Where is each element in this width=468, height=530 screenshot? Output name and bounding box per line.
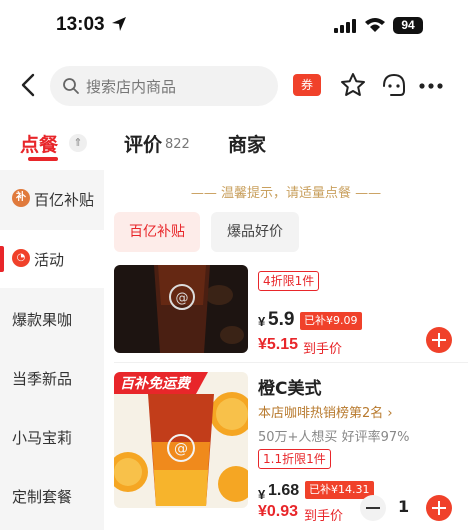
sidebar-active-indicator <box>0 246 4 272</box>
add-to-cart-button[interactable] <box>426 327 452 353</box>
final-price-label: 到手价 <box>304 509 344 524</box>
sidebar-item-subsidy[interactable]: 补 百亿补贴 <box>0 170 104 228</box>
sidebar-item-label: 小马宝莉 <box>12 429 73 447</box>
back-arrow-icon[interactable] <box>18 72 40 98</box>
quantity-value: 1 <box>398 497 410 516</box>
orange-americano-image: @ 百补免运费 <box>114 372 248 508</box>
wifi-icon <box>365 18 385 32</box>
product-image[interactable]: @ 百补免运费 <box>114 372 248 508</box>
sidebar-item-combo[interactable]: 定制套餐 <box>0 467 104 525</box>
sidebar-item-activity[interactable]: ◔ 活动 <box>0 230 104 288</box>
product-stats: 50万+人想买 好评率97% <box>258 430 410 445</box>
customer-service-icon[interactable] <box>381 72 407 98</box>
collapse-toggle-icon[interactable]: ⇑ <box>69 134 87 152</box>
product-image[interactable]: @ <box>114 265 248 353</box>
increase-quantity-button[interactable] <box>426 495 452 521</box>
sidebar-item-label: 爆款果咖 <box>12 311 73 329</box>
product-price: 5.9 <box>268 309 295 330</box>
final-price: ¥0.93 <box>258 503 299 520</box>
reminder-tip: —— 温馨提示，请适量点餐 —— <box>190 186 382 201</box>
sidebar-item-pony[interactable]: 小马宝莉 <box>0 408 104 466</box>
sidebar-item-label: 活动 <box>34 251 65 269</box>
deal-tag: 1.1折限1件 <box>258 449 331 469</box>
decrease-quantity-button[interactable] <box>360 495 386 521</box>
product-rank[interactable]: 本店咖啡热销榜第2名 › <box>258 402 393 421</box>
sidebar-item-label: 定制套餐 <box>12 488 73 506</box>
status-bar: 13:03 94 <box>0 0 468 52</box>
iced-coffee-image: @ <box>114 265 248 353</box>
search-placeholder: 搜索店内商品 <box>86 78 177 96</box>
tab-active-indicator <box>28 157 58 161</box>
product-price: 1.68 <box>268 482 300 499</box>
final-price: ¥5.15 <box>258 336 299 353</box>
tab-merchant[interactable]: 商家 <box>228 130 266 157</box>
search-icon <box>63 78 79 94</box>
location-arrow-icon <box>112 17 126 31</box>
sidebar-item-label: 当季新品 <box>12 370 73 388</box>
more-options-icon[interactable] <box>418 82 444 90</box>
sidebar-item-seasonal[interactable]: 当季新品 <box>0 349 104 407</box>
activity-badge-icon: ◔ <box>12 249 30 267</box>
tab-order[interactable]: 点餐 <box>20 130 58 157</box>
subsidy-tag: 已补¥9.09 <box>300 312 362 330</box>
price-symbol: ¥ <box>258 487 266 502</box>
coupon-icon[interactable]: 券 <box>293 74 321 96</box>
final-price-label: 到手价 <box>303 342 343 357</box>
filter-chip-subsidy[interactable]: 百亿补贴 <box>114 212 200 252</box>
status-time: 13:03 <box>56 14 105 35</box>
subsidy-tag: 已补¥14.31 <box>305 481 374 499</box>
filter-chip-hot-deals[interactable]: 爆品好价 <box>211 212 299 252</box>
search-input[interactable]: 搜索店内商品 <box>50 66 278 106</box>
favorite-star-icon[interactable] <box>339 71 367 99</box>
review-count: 822 <box>165 137 190 152</box>
svg-text:@: @ <box>174 441 188 457</box>
battery-icon: 94 <box>393 17 423 34</box>
product-badge: 百补免运费 <box>120 375 192 392</box>
product-divider <box>114 362 468 363</box>
price-symbol: ¥ <box>258 314 266 329</box>
sidebar-item-label: 百亿补贴 <box>34 191 95 209</box>
deal-tag: 4折限1件 <box>258 271 320 291</box>
subsidy-badge-icon: 补 <box>12 189 30 207</box>
category-sidebar: 补 百亿补贴 ◔ 活动 爆款果咖 当季新品 小马宝莉 定制套餐 <box>0 170 104 530</box>
tab-reviews[interactable]: 评价 <box>124 130 162 157</box>
svg-text:@: @ <box>176 291 189 306</box>
sidebar-item-fruit-coffee[interactable]: 爆款果咖 <box>0 290 104 348</box>
product-name[interactable]: 橙C美式 <box>258 374 321 399</box>
cellular-signal-icon <box>334 19 356 33</box>
